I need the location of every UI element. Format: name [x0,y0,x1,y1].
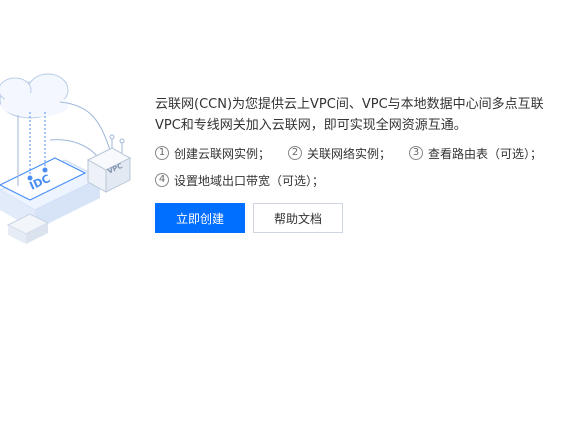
create-now-button[interactable]: 立即创建 [155,203,245,233]
step-1-label: 创建云联网实例； [174,146,271,161]
step-3-label: 查看路由表（可选）； [428,146,543,161]
step-2: 2 关联网络实例； [288,145,391,162]
help-docs-button[interactable]: 帮助文档 [253,203,343,233]
action-buttons: 立即创建 帮助文档 [155,203,566,233]
step-4-number-icon: 4 [155,173,169,187]
intro-line-1: 云联网(CCN)为您提供云上VPC间、VPC与本地数据中心间多点互联 [155,97,544,112]
cloud-icon [0,73,69,119]
intro-line-2: VPC和专线网关加入云联网，即可实现全网资源互通。 [155,118,467,133]
step-2-number-icon: 2 [288,146,303,160]
ccn-empty-state: IDC VPC 云联网(CCN)为您提供云上VPC间、VPC与本地数据中心间多点… [0,0,566,425]
step-2-label: 关联网络实例； [307,146,392,161]
steps-row-2: 4 设置地域出口带宽（可选）； [155,171,566,189]
ccn-network-illustration: IDC VPC [0,73,132,244]
step-1: 1 创建云联网实例； [155,145,270,162]
vpc-box-icon: VPC [86,134,132,193]
step-3: 3 查看路由表（可选）； [409,145,542,162]
step-4: 4 设置地域出口带宽（可选）； [155,172,324,189]
ccn-intro-panel: 云联网(CCN)为您提供云上VPC间、VPC与本地数据中心间多点互联 VPC和专… [155,94,566,233]
steps-row-1: 1 创建云联网实例； 2 关联网络实例； 3 查看路由表（可选）； [155,144,566,162]
step-4-label: 设置地域出口带宽（可选）； [174,173,325,188]
step-3-number-icon: 3 [409,146,424,160]
step-1-number-icon: 1 [155,146,169,160]
